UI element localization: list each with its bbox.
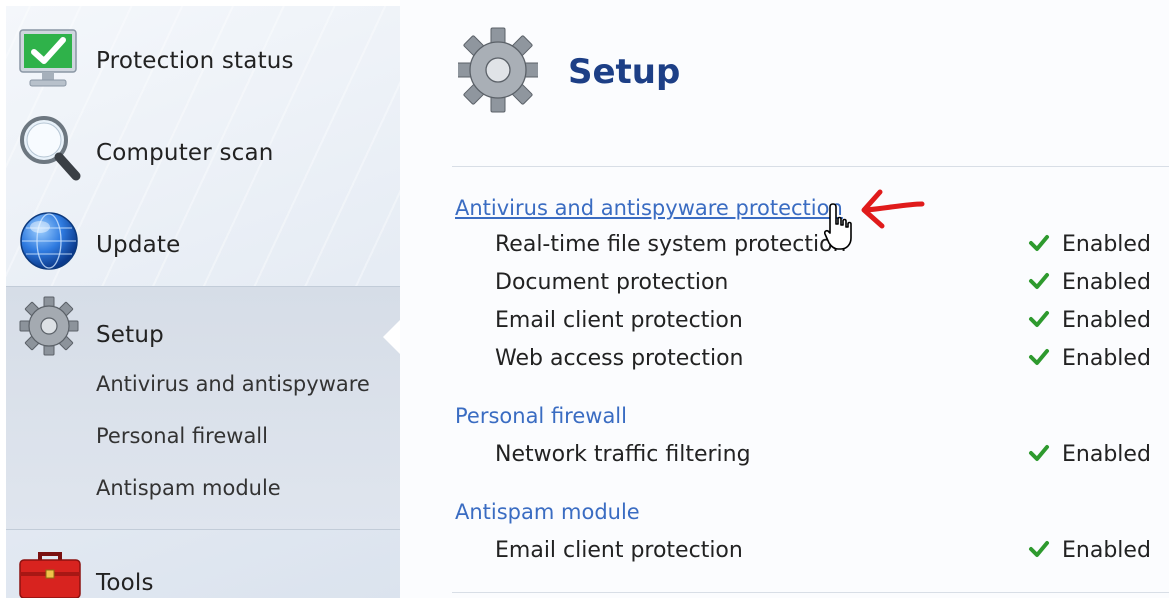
row-label: Real-time file system protection <box>495 232 847 257</box>
sidebar-item-setup[interactable]: Setup <box>6 288 400 368</box>
status-enabled-link[interactable]: Enabled <box>1062 346 1151 371</box>
sidebar-item-label: Tools <box>96 570 154 596</box>
row-label: Email client protection <box>495 538 743 563</box>
status-enabled-link[interactable]: Enabled <box>1062 232 1151 257</box>
red-arrow-annotation-icon <box>858 182 928 236</box>
section-link-antispam[interactable]: Antispam module <box>455 500 640 524</box>
footer-divider <box>452 592 1169 593</box>
gear-icon <box>18 294 80 362</box>
sidebar-item-label: Protection status <box>96 48 294 74</box>
list-item: Email client protection Enabled <box>400 304 1169 340</box>
check-icon <box>1028 270 1050 296</box>
sidebar-subitem-antivirus[interactable]: Antivirus and antispyware <box>96 372 370 396</box>
monitor-check-icon <box>18 26 78 96</box>
row-label: Web access protection <box>495 346 744 371</box>
sidebar-item-label: Computer scan <box>96 140 274 166</box>
gear-icon <box>455 24 541 120</box>
globe-icon <box>18 210 80 276</box>
hand-pointer-icon <box>823 202 858 258</box>
section-link-personal-firewall[interactable]: Personal firewall <box>455 404 627 428</box>
row-label: Email client protection <box>495 308 743 333</box>
section-link-antivirus[interactable]: Antivirus and antispyware protection <box>455 196 843 220</box>
sidebar-item-protection-status[interactable]: Protection status <box>6 18 400 98</box>
check-icon <box>1028 232 1050 258</box>
row-label: Network traffic filtering <box>495 442 751 467</box>
list-item: Document protection Enabled <box>400 266 1169 302</box>
list-item: Real-time file system protection Enabled <box>400 228 1169 264</box>
toolbox-icon <box>18 550 82 598</box>
magnifier-icon <box>18 114 82 186</box>
check-icon <box>1028 346 1050 372</box>
status-enabled-link[interactable]: Enabled <box>1062 270 1151 295</box>
sidebar-item-update[interactable]: Update <box>6 198 400 278</box>
sidebar-item-computer-scan[interactable]: Computer scan <box>6 108 400 188</box>
sidebar-subitem-antispam[interactable]: Antispam module <box>96 476 281 500</box>
check-icon <box>1028 308 1050 334</box>
row-label: Document protection <box>495 270 729 295</box>
status-enabled-link[interactable]: Enabled <box>1062 442 1151 467</box>
check-icon <box>1028 442 1050 468</box>
list-item: Network traffic filtering Enabled <box>400 438 1169 474</box>
sidebar-item-tools[interactable]: Tools <box>6 536 400 598</box>
header-divider <box>452 166 1169 167</box>
list-item: Web access protection Enabled <box>400 342 1169 378</box>
sidebar-item-label: Update <box>96 232 181 258</box>
page-title: Setup <box>568 52 681 92</box>
check-icon <box>1028 538 1050 564</box>
sidebar-subitem-personal-firewall[interactable]: Personal firewall <box>96 424 268 448</box>
status-enabled-link[interactable]: Enabled <box>1062 538 1151 563</box>
status-enabled-link[interactable]: Enabled <box>1062 308 1151 333</box>
main-panel: Setup Antivirus and antispyware protecti… <box>400 0 1169 598</box>
sidebar-item-label: Setup <box>96 322 164 348</box>
sidebar: Protection status Computer scan Update S… <box>6 6 401 598</box>
list-item: Email client protection Enabled <box>400 534 1169 570</box>
